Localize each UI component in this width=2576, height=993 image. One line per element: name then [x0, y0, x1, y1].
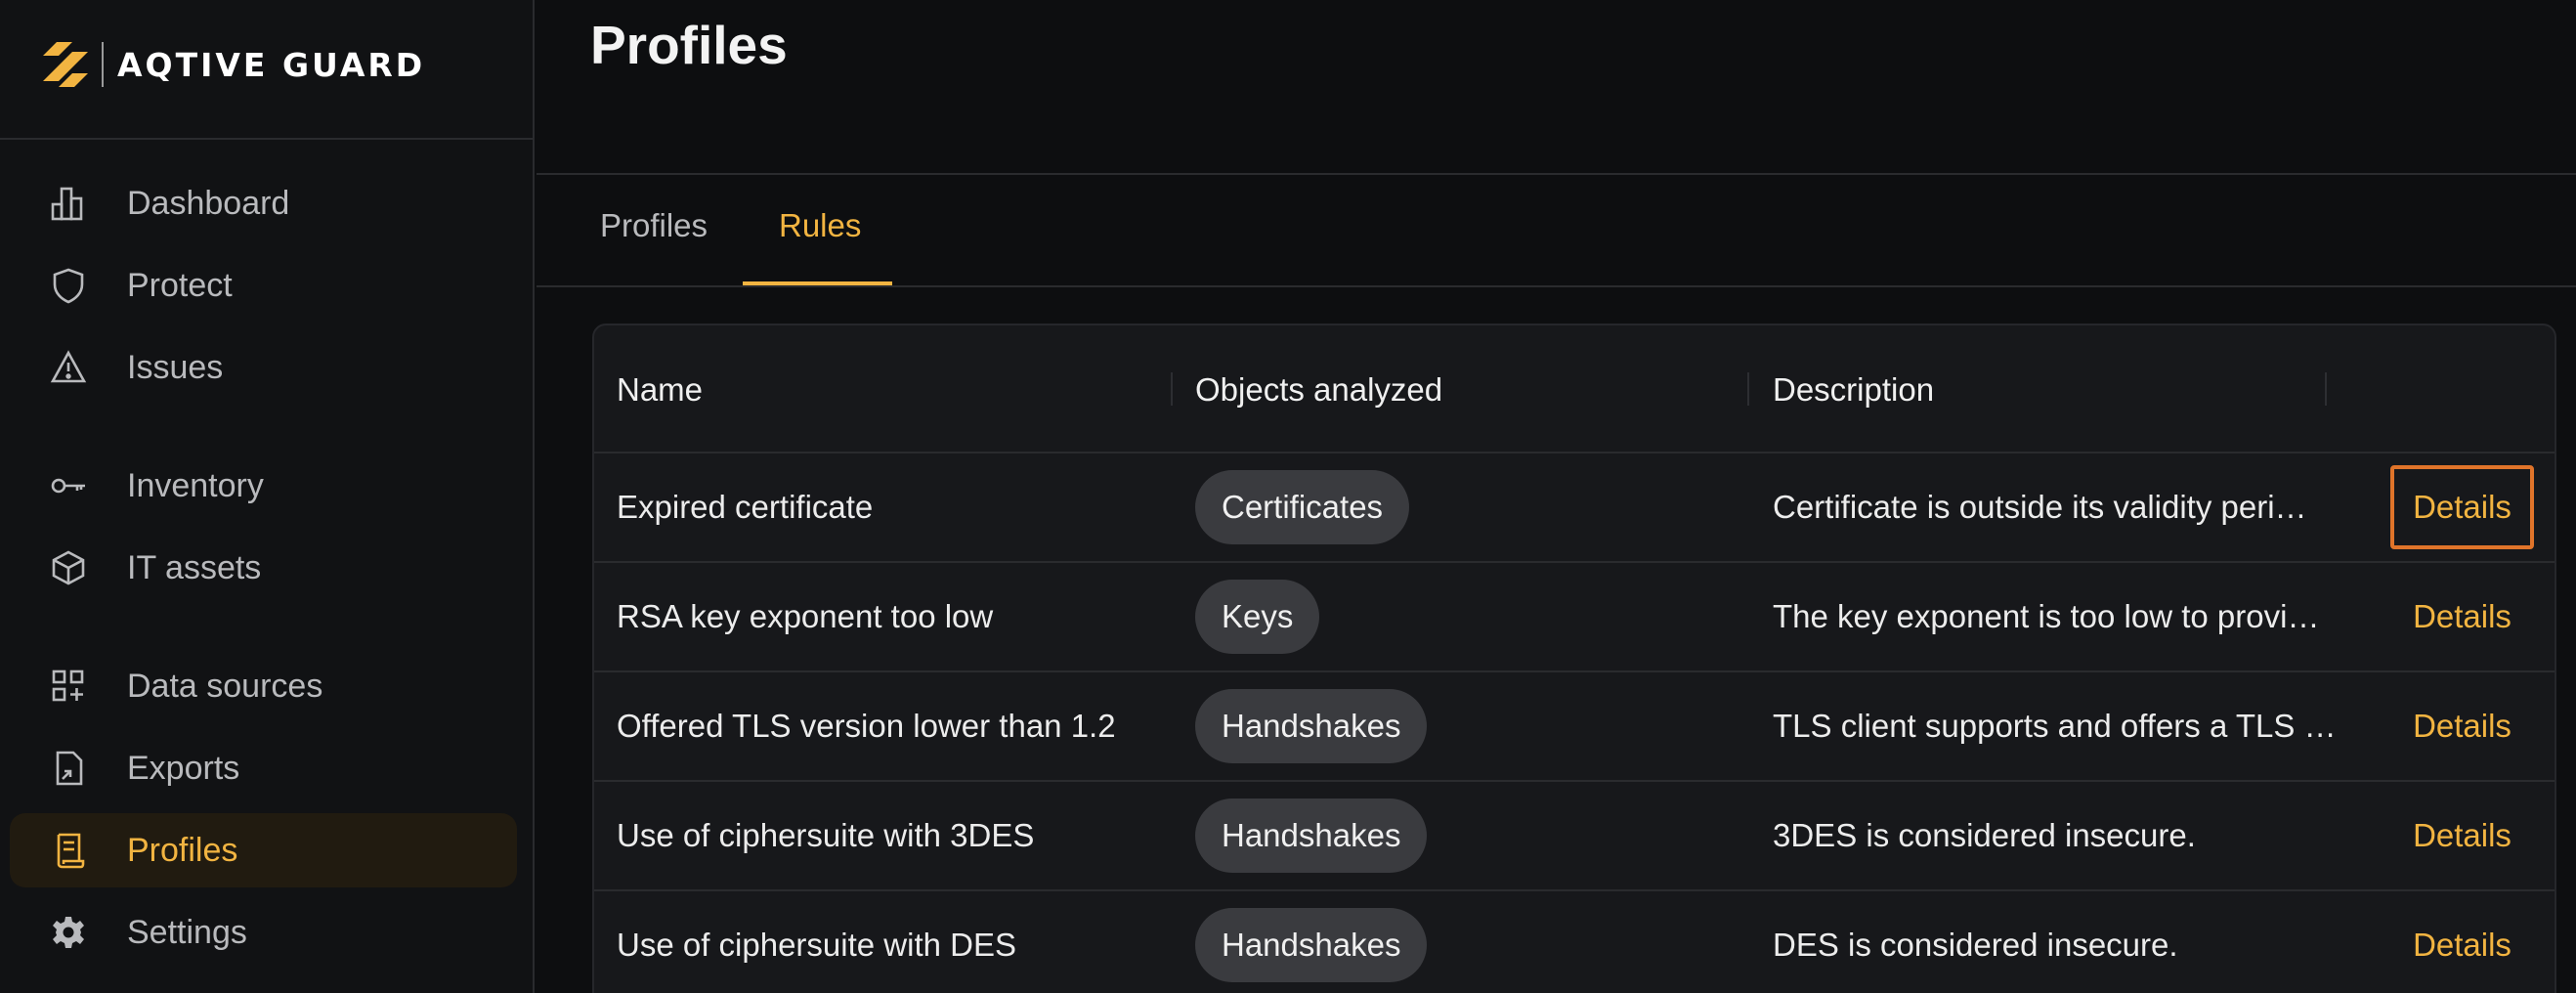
sidebar: AQTIVE GUARD Dashboard Protect Issues In…	[0, 0, 535, 993]
sidebar-divider	[0, 138, 535, 140]
object-type-chip: Keys	[1195, 580, 1320, 654]
sidebar-item-label: Inventory	[127, 466, 264, 504]
column-header-objects-analyzed[interactable]: Objects analyzed	[1195, 371, 1442, 409]
rule-name: Expired certificate	[617, 489, 874, 525]
page-title: Profiles	[590, 15, 788, 75]
file-export-icon	[49, 749, 88, 788]
rule-name: Use of ciphersuite with 3DES	[617, 817, 1035, 853]
rule-description: 3DES is considered insecure.	[1773, 817, 2196, 853]
tabs-divider	[537, 285, 2576, 287]
table-row: Use of ciphersuite with DES Handshakes D…	[594, 891, 2555, 993]
sidebar-item-dashboard[interactable]: Dashboard	[10, 166, 517, 240]
column-header-description[interactable]: Description	[1773, 371, 1934, 409]
column-divider	[2325, 372, 2327, 406]
sidebar-item-settings[interactable]: Settings	[10, 895, 517, 970]
key-icon	[49, 466, 88, 505]
sidebar-item-it-assets[interactable]: IT assets	[10, 531, 517, 605]
object-type-chip: Certificates	[1195, 470, 1410, 544]
scroll-icon	[49, 831, 88, 870]
brand-logo-link[interactable]: AQTIVE GUARD	[43, 37, 425, 92]
sidebar-item-profiles[interactable]: Profiles	[10, 813, 517, 887]
bar-chart-icon	[49, 184, 88, 223]
table-row: Expired certificate Certificates Certifi…	[594, 453, 2555, 563]
rule-description: Certificate is outside its validity peri…	[1773, 489, 2307, 525]
cube-icon	[49, 548, 88, 587]
sidebar-item-label: Settings	[127, 913, 247, 951]
details-link[interactable]: Details	[2390, 903, 2534, 987]
rule-description: TLS client supports and offers a TLS …	[1773, 708, 2337, 744]
tab-rules[interactable]: Rules	[779, 207, 861, 244]
object-type-chip: Handshakes	[1195, 689, 1428, 763]
table-row: RSA key exponent too low Keys The key ex…	[594, 563, 2555, 672]
table-row: Offered TLS version lower than 1.2 Hands…	[594, 672, 2555, 782]
sidebar-item-label: Issues	[127, 348, 224, 386]
shield-icon	[49, 266, 88, 305]
column-divider	[1171, 372, 1173, 406]
sidebar-item-data-sources[interactable]: Data sources	[10, 649, 517, 723]
sidebar-item-inventory[interactable]: Inventory	[10, 449, 517, 523]
rule-name: Use of ciphersuite with DES	[617, 927, 1017, 963]
table-row: Use of ciphersuite with 3DES Handshakes …	[594, 782, 2555, 891]
grid-plus-icon	[49, 667, 88, 706]
column-divider	[1747, 372, 1749, 406]
sidebar-item-exports[interactable]: Exports	[10, 731, 517, 805]
sidebar-item-issues[interactable]: Issues	[10, 330, 517, 405]
sidebar-item-label: Dashboard	[127, 184, 290, 222]
rule-description: DES is considered insecure.	[1773, 927, 2178, 963]
rules-table: Name Objects analyzed Description Expire…	[592, 324, 2556, 993]
sidebar-item-label: Protect	[127, 266, 233, 304]
sidebar-item-label: Exports	[127, 749, 240, 787]
details-link[interactable]: Details	[2390, 465, 2534, 549]
sidebar-item-protect[interactable]: Protect	[10, 248, 517, 323]
tab-profiles[interactable]: Profiles	[600, 207, 708, 244]
gear-icon	[49, 913, 88, 952]
brand-name: AQTIVE GUARD	[117, 45, 426, 84]
brand-divider	[102, 42, 104, 87]
warning-triangle-icon	[49, 348, 88, 387]
rule-name: RSA key exponent too low	[617, 598, 994, 634]
header-divider	[537, 173, 2576, 175]
sidebar-item-label: Profiles	[127, 831, 238, 869]
rule-description: The key exponent is too low to provi…	[1773, 598, 2320, 634]
column-header-name[interactable]: Name	[617, 371, 703, 409]
details-link[interactable]: Details	[2390, 684, 2534, 768]
rule-name: Offered TLS version lower than 1.2	[617, 708, 1116, 744]
sidebar-item-label: IT assets	[127, 548, 262, 586]
details-link[interactable]: Details	[2390, 794, 2534, 878]
table-header: Name Objects analyzed Description	[594, 325, 2555, 453]
aqtive-guard-logo-icon	[43, 42, 88, 87]
sidebar-item-label: Data sources	[127, 667, 323, 705]
details-link[interactable]: Details	[2390, 575, 2534, 659]
object-type-chip: Handshakes	[1195, 908, 1428, 982]
object-type-chip: Handshakes	[1195, 799, 1428, 873]
